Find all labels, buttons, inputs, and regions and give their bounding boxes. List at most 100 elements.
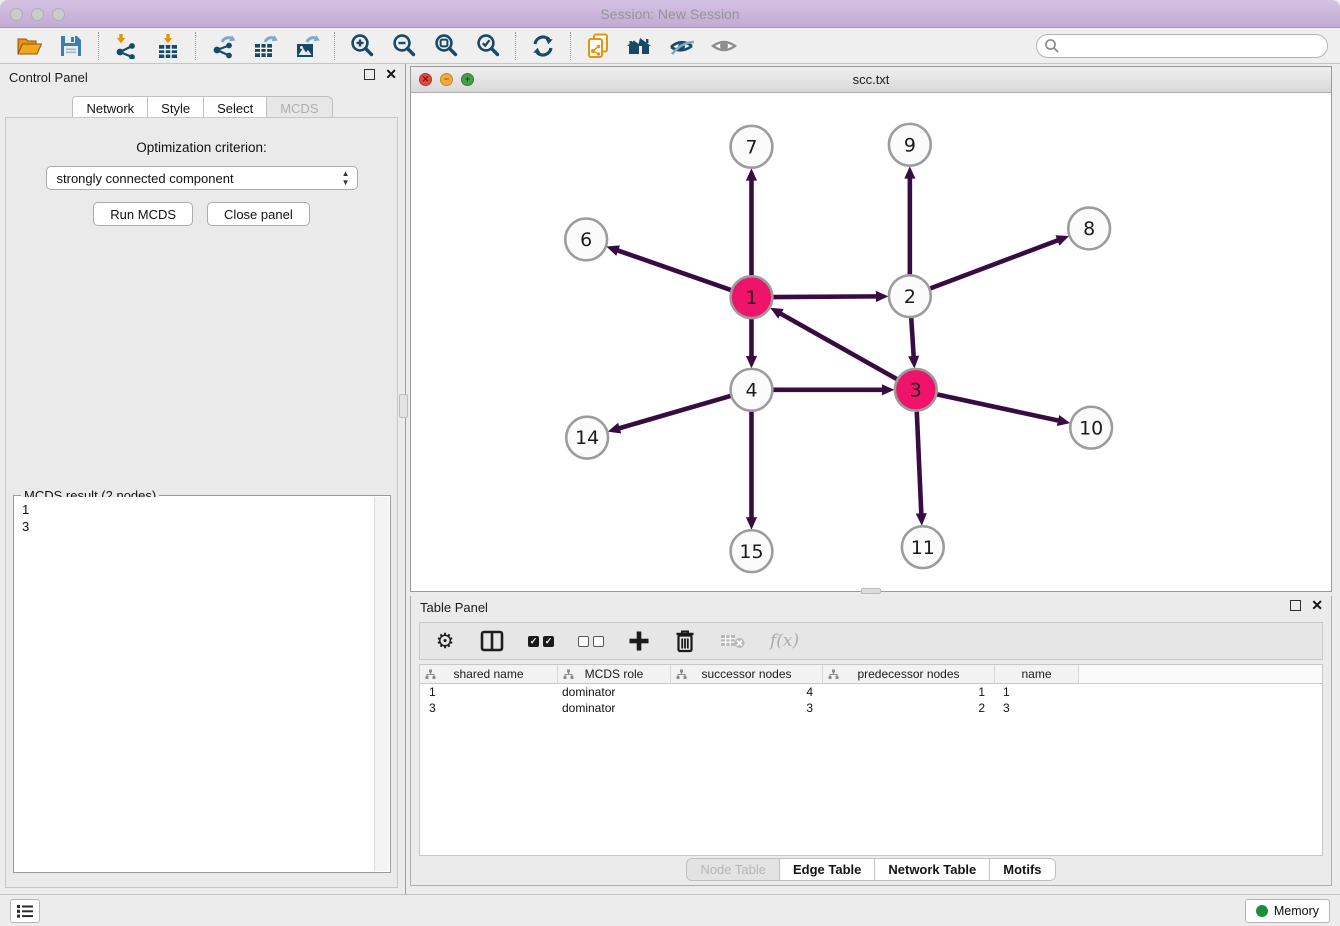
zoom-out-button[interactable] [383, 30, 425, 62]
graph-node-label: 10 [1079, 417, 1103, 439]
column-header-predecessor-nodes[interactable]: predecessor nodes [823, 665, 995, 683]
app-titlebar: Session: New Session [0, 0, 1340, 28]
cell-predecessor-nodes[interactable]: 2 [823, 701, 995, 715]
tab-node-table[interactable]: Node Table [686, 858, 780, 881]
toolbar-separator [334, 32, 335, 60]
unselect-all-columns-icon[interactable] [578, 628, 604, 654]
cell-name[interactable]: 1 [995, 685, 1079, 699]
export-image-button[interactable] [286, 30, 328, 62]
control-panel: Control Panel ✕ Network Style Select MCD… [0, 64, 406, 894]
create-column-icon[interactable] [628, 628, 650, 654]
graph-edge-arrowhead [606, 245, 620, 256]
cell-predecessor-nodes[interactable]: 1 [823, 685, 995, 699]
search-input[interactable] [1036, 34, 1328, 58]
select-all-columns-icon[interactable]: ✓ ✓ [528, 628, 554, 654]
show-columns-icon[interactable] [480, 628, 504, 654]
column-header-shared-name[interactable]: shared name [420, 665, 558, 683]
refresh-button[interactable] [522, 30, 564, 62]
graph-edge-3-1[interactable] [778, 312, 897, 379]
table-panel-tabs: Node Table Edge Table Network Table Moti… [411, 858, 1331, 881]
delete-column-icon[interactable] [674, 628, 696, 654]
column-label: shared name [453, 667, 523, 681]
table-header-row: shared name MCDS role successor nodes [420, 665, 1322, 684]
import-network-button[interactable] [105, 30, 147, 62]
float-panel-icon[interactable] [364, 69, 375, 80]
clone-network-icon [585, 33, 611, 59]
table-panel: Table Panel ✕ ⚙ ✓ ✓ [410, 596, 1332, 886]
graph-edge-1-6[interactable] [615, 250, 731, 291]
export-table-button[interactable] [244, 30, 286, 62]
home-first-neighbors-button[interactable] [619, 30, 661, 62]
zoom-fit-icon [434, 33, 459, 58]
cell-shared-name[interactable]: 1 [420, 685, 558, 699]
close-panel-icon[interactable]: ✕ [385, 69, 397, 80]
network-resize-handle[interactable] [861, 588, 881, 594]
graph-edge-3-11[interactable] [917, 411, 922, 517]
graph-node-label: 14 [575, 427, 599, 449]
column-header-filler [1079, 665, 1322, 683]
column-header-name[interactable]: name [995, 665, 1079, 683]
cell-mcds-role[interactable]: dominator [558, 701, 671, 715]
memory-button[interactable]: Memory [1245, 899, 1330, 923]
import-table-button[interactable] [147, 30, 189, 62]
hide-selected-button[interactable] [661, 30, 703, 62]
mcds-result-box: MCDS result (2 nodes) 1 3 [13, 495, 391, 873]
search-icon [1044, 38, 1060, 54]
cell-successor-nodes[interactable]: 4 [671, 685, 823, 699]
zoom-in-button[interactable] [341, 30, 383, 62]
zoom-fit-button[interactable] [425, 30, 467, 62]
graph-edge-2-8[interactable] [929, 239, 1060, 288]
column-label: name [1021, 667, 1051, 681]
search-field [1036, 34, 1328, 58]
clone-network-button[interactable] [577, 30, 619, 62]
cell-successor-nodes[interactable]: 3 [671, 701, 823, 715]
show-all-button[interactable] [703, 30, 745, 62]
graph-node-label: 6 [580, 229, 592, 251]
save-session-button[interactable] [50, 30, 92, 62]
graph-edge-4-14[interactable] [617, 396, 732, 429]
column-label: MCDS role [585, 667, 644, 681]
network-view-window: ✕ − + scc.txt 7968124314101511 [410, 66, 1332, 592]
float-table-panel-icon[interactable] [1290, 600, 1301, 611]
graph-node-label: 9 [904, 134, 916, 156]
cell-mcds-role[interactable]: dominator [558, 685, 671, 699]
tab-edge-table[interactable]: Edge Table [780, 858, 875, 881]
cell-name[interactable]: 3 [995, 701, 1079, 715]
graph-edge-2-3[interactable] [911, 317, 914, 359]
result-item[interactable]: 3 [22, 518, 374, 535]
dropdown-stepper-icon: ▲▼ [342, 169, 350, 187]
delete-table-icon-disabled [720, 628, 746, 654]
graph-node-label: 2 [904, 286, 916, 308]
table-row[interactable]: 1 dominator 4 1 1 [420, 684, 1322, 700]
result-item[interactable]: 1 [22, 501, 374, 518]
function-builder-icon-disabled: f(x) [770, 628, 799, 654]
run-mcds-button[interactable]: Run MCDS [93, 202, 193, 226]
network-canvas[interactable]: 7968124314101511 [411, 93, 1331, 591]
graph-node-label: 8 [1083, 218, 1095, 240]
network-window-title: scc.txt [411, 72, 1331, 87]
panel-splitter-handle[interactable] [399, 394, 408, 418]
close-panel-button[interactable]: Close panel [207, 202, 310, 226]
close-table-panel-icon[interactable]: ✕ [1311, 600, 1323, 611]
open-session-button[interactable] [8, 30, 50, 62]
zoom-selected-button[interactable] [467, 30, 509, 62]
table-settings-gear-icon[interactable]: ⚙ [434, 628, 456, 654]
export-network-button[interactable] [202, 30, 244, 62]
table-row[interactable]: 3 dominator 3 2 3 [420, 700, 1322, 716]
criterion-dropdown[interactable]: strongly connected component ▲▼ [46, 166, 358, 190]
tab-network-table[interactable]: Network Table [875, 858, 990, 881]
network-window-titlebar[interactable]: ✕ − + scc.txt [411, 67, 1331, 93]
tab-motifs[interactable]: Motifs [990, 858, 1055, 881]
export-table-icon [252, 33, 278, 59]
column-header-successor-nodes[interactable]: successor nodes [671, 665, 823, 683]
column-header-mcds-role[interactable]: MCDS role [558, 665, 671, 683]
graph-edge-1-2[interactable] [772, 296, 879, 297]
graph-edge-arrowhead [608, 423, 622, 434]
task-history-button[interactable] [10, 899, 40, 923]
cell-shared-name[interactable]: 3 [420, 701, 558, 715]
result-scrollbar[interactable] [374, 497, 389, 871]
graph-edge-3-10[interactable] [936, 394, 1061, 421]
optimization-criterion-label: Optimization criterion: [6, 140, 397, 155]
graph-edge-arrowhead [1055, 235, 1069, 245]
status-bar: Memory [0, 894, 1340, 926]
